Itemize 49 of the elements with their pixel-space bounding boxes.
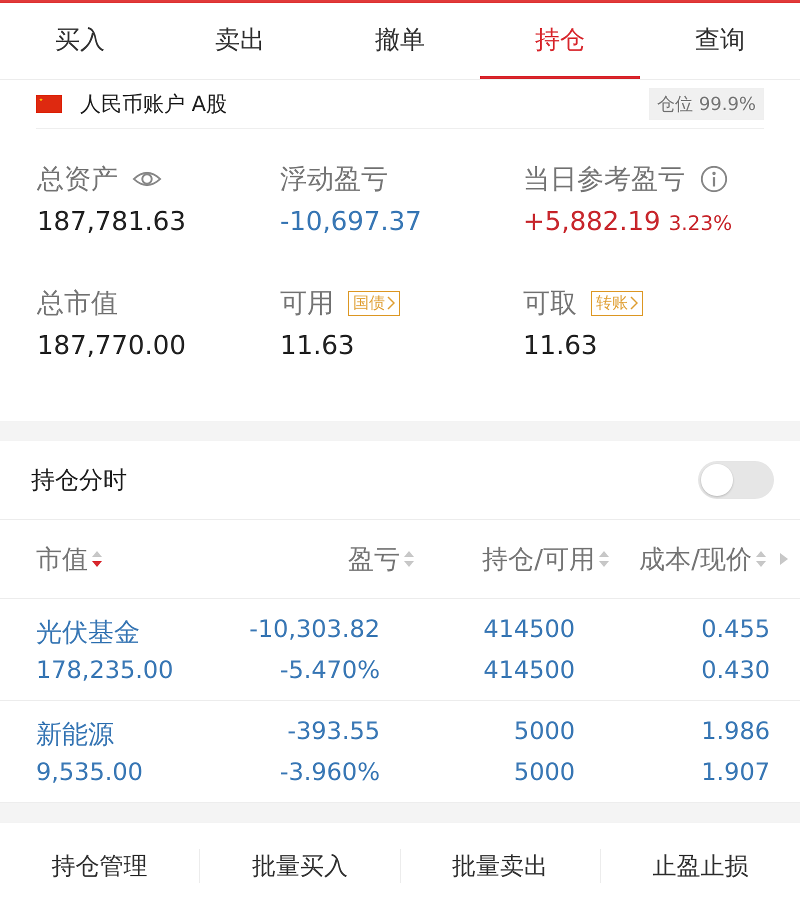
account-name: 人民币账户 A股: [80, 91, 228, 118]
metric-label: 可取: [523, 287, 577, 321]
metric-label: 总资产: [37, 163, 118, 197]
tab[interactable]: 撤单: [320, 3, 480, 79]
intraday-label: 持仓分时: [31, 465, 127, 496]
table-cell-text: 5000: [512, 758, 575, 786]
table-cell-text: 414500: [482, 615, 575, 645]
position-ratio: 仓位 99.9%: [649, 88, 764, 120]
table-cell-text: 9,535.00: [36, 758, 144, 786]
action-button[interactable]: 持仓管理: [0, 849, 200, 883]
column-header[interactable]: 盈亏: [348, 542, 400, 576]
table-cell-text: -5.470%: [278, 656, 380, 684]
column-header[interactable]: 持仓/可用: [482, 542, 595, 576]
table-cell-text: 0.430: [700, 656, 770, 684]
metric-label: 当日参考盈亏: [523, 163, 685, 197]
metric-value: +5,882.19: [523, 207, 661, 237]
tab[interactable]: 卖出: [160, 3, 320, 79]
flag-icon: [36, 95, 62, 113]
column-header[interactable]: 成本/现价: [639, 542, 752, 576]
metric-value: 187,781.63: [37, 207, 186, 237]
metric-label: 可用: [280, 287, 334, 321]
table-cell-text: 1.986: [700, 717, 770, 747]
metric-value: 11.63: [523, 331, 598, 361]
table-cell-text: 1.907: [700, 758, 770, 786]
action-button[interactable]: 批量买入: [199, 849, 400, 883]
toggle-switch[interactable]: [698, 461, 774, 499]
action-button[interactable]: 批量卖出: [400, 849, 600, 883]
tab[interactable]: 买入: [0, 3, 160, 79]
scroll-right-icon[interactable]: [778, 551, 790, 567]
column-header[interactable]: 市值: [36, 542, 88, 576]
table-cell-text: 178,235.00: [36, 656, 174, 684]
table-cell-text: -10,303.82: [248, 615, 380, 645]
table-cell-text: -393.55: [286, 717, 380, 747]
table-cell-text: 5000: [512, 717, 575, 747]
metric-value: 11.63: [280, 331, 354, 361]
metric-label: 浮动盈亏: [280, 163, 388, 197]
metric-value: -10,697.37: [280, 207, 422, 237]
change-percent: 3.23%: [668, 211, 732, 235]
info-icon[interactable]: [699, 164, 729, 194]
tab[interactable]: 持仓: [480, 3, 640, 79]
metric-label: 总市值: [37, 287, 118, 321]
table-cell-text: 414500: [482, 656, 575, 684]
stock-name: 光伏基金: [36, 617, 141, 650]
table-cell-text: -3.960%: [278, 758, 380, 786]
stock-name: 新能源: [36, 719, 115, 752]
table-cell-text: 0.455: [700, 615, 770, 645]
tab[interactable]: 查询: [640, 3, 800, 79]
action-button[interactable]: 止盈止损: [600, 849, 800, 883]
metric-value: 187,770.00: [37, 331, 186, 361]
